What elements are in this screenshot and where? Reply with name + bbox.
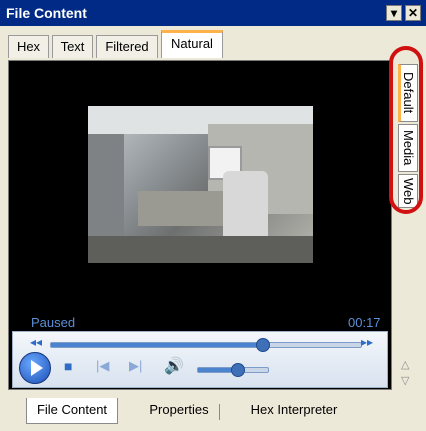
playback-status: Paused [31, 315, 76, 330]
next-icon[interactable]: ▶| [129, 358, 142, 374]
video-frame[interactable] [88, 106, 313, 263]
volume-handle[interactable] [230, 363, 245, 377]
tab-file-content[interactable]: File Content [26, 398, 118, 424]
play-icon [31, 360, 43, 376]
video-floor [88, 236, 313, 263]
tab-hex[interactable]: Hex [8, 35, 49, 58]
annotation-highlight [389, 46, 423, 214]
scroll-down-icon[interactable]: ▽ [401, 374, 409, 387]
window-title: File Content [6, 5, 87, 21]
tab-text[interactable]: Text [52, 35, 93, 58]
close-icon[interactable]: ✕ [405, 5, 421, 21]
play-button[interactable] [19, 352, 51, 384]
volume-slider[interactable] [197, 363, 269, 377]
view-tabs: Hex Text Filtered Natural [0, 26, 426, 62]
tab-natural[interactable]: Natural [161, 30, 223, 58]
playback-time: 00:17 [348, 315, 381, 330]
seek-bar[interactable] [50, 338, 362, 352]
tab-separator [219, 404, 220, 420]
seek-bar-fill [51, 343, 262, 347]
stop-icon[interactable]: ■ [64, 358, 72, 374]
seek-handle[interactable] [255, 338, 270, 352]
title-bar: File Content ▾ ✕ [0, 0, 426, 26]
tab-hex-interpreter[interactable]: Hex Interpreter [236, 398, 352, 424]
chevron-down-icon[interactable]: ▾ [386, 5, 402, 21]
video-person [223, 171, 268, 241]
tab-filtered[interactable]: Filtered [96, 35, 158, 58]
player-controls: ◂◂ ▸▸ ■ |◀ ▶| 🔊 [12, 331, 388, 388]
previous-icon[interactable]: |◀ [96, 358, 109, 374]
bottom-tabs: File Content Properties Hex Interpreter [0, 398, 426, 431]
volume-icon[interactable]: 🔊 [164, 356, 184, 376]
rewind-icon[interactable]: ◂◂ [30, 335, 42, 349]
tab-properties[interactable]: Properties [140, 398, 218, 424]
video-desk [138, 191, 223, 226]
fast-forward-icon[interactable]: ▸▸ [361, 335, 373, 349]
scroll-up-icon[interactable]: △ [401, 358, 409, 371]
